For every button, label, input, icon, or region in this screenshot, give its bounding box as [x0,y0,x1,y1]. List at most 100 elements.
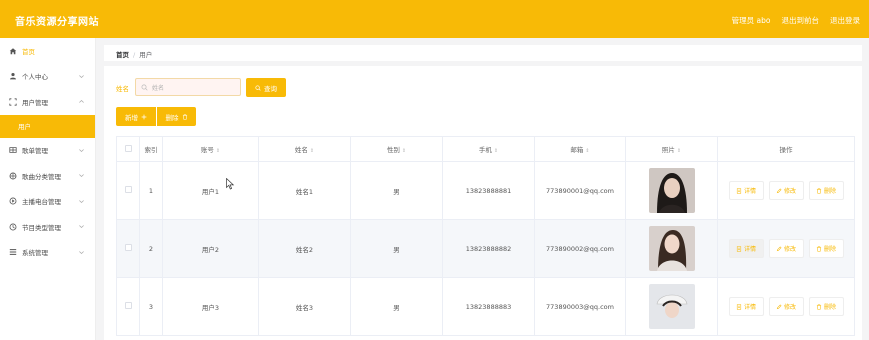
column-label: 账号 [200,146,214,154]
column-photo[interactable]: 照片 ⇕ [625,136,718,162]
edit-button[interactable]: 修改 [768,297,804,316]
cell-index: 1 [139,161,163,220]
user-photo[interactable] [648,168,695,213]
document-icon [736,187,742,194]
detail-label: 详情 [743,304,756,311]
sidebar: 首页 个人中心 用户管理 用户 歌单管理 歌曲分类管理 主播电台管理 节目类型管… [0,38,96,340]
breadcrumb-separator: / [133,51,136,59]
cell-name: 姓名1 [258,161,351,220]
back-to-frontend-link[interactable]: 退出到前台 [782,15,820,26]
delete-row-button[interactable]: 删除 [808,181,844,200]
edit-label: 修改 [783,188,796,195]
sidebar-item-label: 主播电台管理 [22,198,61,207]
program-icon [8,222,17,231]
cell-account: 用户1 [162,161,259,220]
search-input[interactable]: 姓名 [135,78,241,96]
edit-button[interactable]: 修改 [768,239,804,258]
query-button[interactable]: 查询 [246,78,286,97]
main-content: 姓名 姓名 查询 新增 删除 索引 账号 ⇕ 姓名 ⇕ 性别 ⇕ 手机 ⇕ 邮箱 ⇕ 照片… [104,66,862,340]
user-photo[interactable] [648,284,695,329]
delete-button[interactable]: 删除 [157,107,196,126]
delete-row-button[interactable]: 删除 [808,297,844,316]
users-table: 索引 账号 ⇕ 姓名 ⇕ 性别 ⇕ 手机 ⇕ 邮箱 ⇕ 照片 ⇕ 操作 1 用户1 姓名1 … [116,136,855,336]
user-icon [8,72,17,81]
sidebar-item-label: 节目类型管理 [22,223,61,232]
row-select-cell[interactable] [116,277,140,336]
cell-index: 3 [139,277,163,336]
user-photo[interactable] [648,226,695,271]
detail-button[interactable]: 详情 [728,297,764,316]
row-checkbox[interactable] [124,244,132,251]
logout-link[interactable]: 退出登录 [830,15,860,26]
delete-row-label: 删除 [823,304,836,311]
category-icon [8,171,17,180]
search-icon [141,84,148,91]
breadcrumb-home[interactable]: 首页 [116,51,129,59]
edit-icon [776,188,782,193]
column-account[interactable]: 账号 ⇕ [162,136,259,162]
cell-gender: 男 [350,277,443,336]
site-title: 音乐资源分享网站 [15,17,99,28]
sort-icon[interactable]: ⇕ [494,148,498,154]
cell-index: 2 [139,219,163,278]
delete-row-button[interactable]: 删除 [808,239,844,258]
detail-button[interactable]: 详情 [728,181,764,200]
column-phone[interactable]: 手机 ⇕ [442,136,535,162]
sidebar-item-profile[interactable]: 个人中心 [0,64,95,90]
add-label: 新增 [125,113,138,122]
search-label: 姓名 [116,85,129,93]
chevron-down-icon [79,225,84,229]
sidebar-item-label: 歌曲分类管理 [22,172,61,181]
mouse-cursor-icon [226,178,235,190]
sidebar-item-radio[interactable]: 主播电台管理 [0,189,95,215]
sidebar-item-user-manage[interactable]: 用户管理 [0,89,95,115]
cell-name: 姓名3 [258,277,351,336]
home-icon [8,46,17,55]
row-checkbox[interactable] [124,186,132,193]
row-select-cell[interactable] [116,219,140,278]
sidebar-item-system[interactable]: 系统管理 [0,240,95,266]
sort-icon[interactable]: ⇕ [402,148,406,154]
row-checkbox[interactable] [124,302,132,309]
edit-label: 修改 [783,246,796,253]
chevron-up-icon [79,99,84,103]
cell-actions: 详情 修改 删除 [717,219,855,278]
sort-icon[interactable]: ⇕ [310,148,314,154]
cell-email: 773890002@qq.com [534,219,626,278]
column-label: 照片 [661,146,675,154]
select-all-checkbox[interactable] [124,144,132,152]
sidebar-item-song-category[interactable]: 歌曲分类管理 [0,163,95,189]
sort-icon[interactable]: ⇕ [677,148,681,154]
row-select-cell[interactable] [116,161,140,220]
sidebar-item-label: 用户 [18,123,31,131]
column-index: 索引 [139,136,163,162]
sidebar-item-home[interactable]: 首页 [0,38,95,64]
column-name[interactable]: 姓名 ⇕ [258,136,351,162]
trash-icon [816,245,822,252]
cell-gender: 男 [350,219,443,278]
column-email[interactable]: 邮箱 ⇕ [534,136,626,162]
sort-icon[interactable]: ⇕ [216,148,220,154]
sidebar-item-label: 用户管理 [22,98,48,107]
sidebar-item-users[interactable]: 用户 [0,114,95,138]
table-row[interactable]: 3 用户3 姓名3 男 13823888883 773890003@qq.com… [116,277,855,336]
table-row[interactable]: 1 用户1 姓名1 男 13823888881 773890001@qq.com… [116,161,855,220]
chevron-down-icon [79,74,84,78]
edit-button[interactable]: 修改 [768,181,804,200]
select-all-cell[interactable] [116,136,140,162]
column-gender[interactable]: 性别 ⇕ [350,136,443,162]
detail-button[interactable]: 详情 [728,239,764,258]
table-row[interactable]: 2 用户2 姓名2 男 13823888882 773890002@qq.com… [116,219,855,278]
sidebar-item-label: 个人中心 [22,73,48,82]
user-manage-icon [8,97,17,106]
cell-photo [625,219,718,278]
delete-label: 删除 [165,113,179,122]
sidebar-item-playlist[interactable]: 歌单管理 [0,138,95,164]
document-icon [736,245,742,252]
sidebar-item-program-type[interactable]: 节目类型管理 [0,214,95,240]
add-button[interactable]: 新增 [116,107,156,126]
sort-icon[interactable]: ⇕ [585,148,589,154]
chevron-down-icon [79,250,84,254]
document-icon [736,303,742,310]
chevron-down-icon [79,148,84,152]
